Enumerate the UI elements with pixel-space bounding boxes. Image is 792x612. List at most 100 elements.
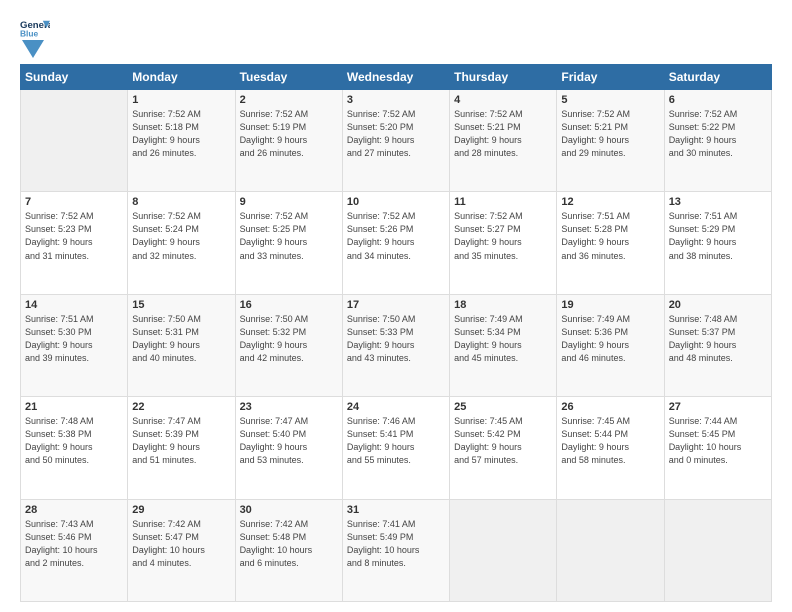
weekday-header: Thursday: [450, 65, 557, 90]
day-number: 19: [561, 299, 659, 311]
day-number: 16: [240, 299, 338, 311]
day-info: Sunrise: 7:51 AM Sunset: 5:28 PM Dayligh…: [561, 210, 659, 262]
calendar-cell: 23 Sunrise: 7:47 AM Sunset: 5:40 PM Dayli…: [235, 397, 342, 499]
day-info: Sunrise: 7:52 AM Sunset: 5:21 PM Dayligh…: [454, 108, 552, 160]
day-info: Sunrise: 7:45 AM Sunset: 5:42 PM Dayligh…: [454, 415, 552, 467]
day-number: 17: [347, 299, 445, 311]
calendar-cell: 8 Sunrise: 7:52 AM Sunset: 5:24 PM Daylig…: [128, 192, 235, 294]
calendar-cell: 31 Sunrise: 7:41 AM Sunset: 5:49 PM Dayli…: [342, 499, 449, 601]
calendar-body: 1 Sunrise: 7:52 AM Sunset: 5:18 PM Daylig…: [21, 90, 772, 602]
day-info: Sunrise: 7:52 AM Sunset: 5:19 PM Dayligh…: [240, 108, 338, 160]
day-info: Sunrise: 7:49 AM Sunset: 5:34 PM Dayligh…: [454, 313, 552, 365]
calendar-header-row: SundayMondayTuesdayWednesdayThursdayFrid…: [21, 65, 772, 90]
calendar-cell: 26 Sunrise: 7:45 AM Sunset: 5:44 PM Dayli…: [557, 397, 664, 499]
calendar-cell: 12 Sunrise: 7:51 AM Sunset: 5:28 PM Dayli…: [557, 192, 664, 294]
calendar-cell: 18 Sunrise: 7:49 AM Sunset: 5:34 PM Dayli…: [450, 294, 557, 396]
day-number: 6: [669, 94, 767, 106]
day-info: Sunrise: 7:45 AM Sunset: 5:44 PM Dayligh…: [561, 415, 659, 467]
logo-icon: General Blue: [20, 18, 50, 38]
day-info: Sunrise: 7:50 AM Sunset: 5:33 PM Dayligh…: [347, 313, 445, 365]
calendar-cell: 5 Sunrise: 7:52 AM Sunset: 5:21 PM Daylig…: [557, 90, 664, 192]
day-info: Sunrise: 7:48 AM Sunset: 5:37 PM Dayligh…: [669, 313, 767, 365]
calendar-cell: 6 Sunrise: 7:52 AM Sunset: 5:22 PM Daylig…: [664, 90, 771, 192]
calendar-cell: 17 Sunrise: 7:50 AM Sunset: 5:33 PM Dayli…: [342, 294, 449, 396]
calendar-cell: 28 Sunrise: 7:43 AM Sunset: 5:46 PM Dayli…: [21, 499, 128, 601]
calendar-cell: 24Sunrise: 7:46 AM Sunset: 5:41 PM Dayli…: [342, 397, 449, 499]
day-number: 5: [561, 94, 659, 106]
calendar-cell: 7Sunrise: 7:52 AM Sunset: 5:23 PM Daylig…: [21, 192, 128, 294]
day-number: 7: [25, 196, 123, 208]
day-number: 31: [347, 504, 445, 516]
day-info: Sunrise: 7:47 AM Sunset: 5:39 PM Dayligh…: [132, 415, 230, 467]
day-info: Sunrise: 7:46 AM Sunset: 5:41 PM Dayligh…: [347, 415, 445, 467]
day-number: 10: [347, 196, 445, 208]
day-number: 3: [347, 94, 445, 106]
day-info: Sunrise: 7:52 AM Sunset: 5:27 PM Dayligh…: [454, 210, 552, 262]
day-info: Sunrise: 7:44 AM Sunset: 5:45 PM Dayligh…: [669, 415, 767, 467]
weekday-header: Friday: [557, 65, 664, 90]
day-number: 1: [132, 94, 230, 106]
day-number: 9: [240, 196, 338, 208]
day-info: Sunrise: 7:52 AM Sunset: 5:24 PM Dayligh…: [132, 210, 230, 262]
day-number: 25: [454, 401, 552, 413]
calendar-cell: 3Sunrise: 7:52 AM Sunset: 5:20 PM Daylig…: [342, 90, 449, 192]
day-number: 21: [25, 401, 123, 413]
day-number: 27: [669, 401, 767, 413]
day-info: Sunrise: 7:52 AM Sunset: 5:22 PM Dayligh…: [669, 108, 767, 160]
day-info: Sunrise: 7:48 AM Sunset: 5:38 PM Dayligh…: [25, 415, 123, 467]
calendar-cell: 22 Sunrise: 7:47 AM Sunset: 5:39 PM Dayli…: [128, 397, 235, 499]
day-number: 12: [561, 196, 659, 208]
calendar-week-row: 7Sunrise: 7:52 AM Sunset: 5:23 PM Daylig…: [21, 192, 772, 294]
day-info: Sunrise: 7:52 AM Sunset: 5:18 PM Dayligh…: [132, 108, 230, 160]
day-info: Sunrise: 7:42 AM Sunset: 5:47 PM Dayligh…: [132, 518, 230, 570]
calendar-cell: [664, 499, 771, 601]
day-info: Sunrise: 7:50 AM Sunset: 5:31 PM Dayligh…: [132, 313, 230, 365]
day-number: 11: [454, 196, 552, 208]
day-number: 14: [25, 299, 123, 311]
calendar-cell: 29Sunrise: 7:42 AM Sunset: 5:47 PM Dayli…: [128, 499, 235, 601]
svg-text:Blue: Blue: [20, 28, 39, 38]
day-number: 2: [240, 94, 338, 106]
day-number: 20: [669, 299, 767, 311]
day-number: 22: [132, 401, 230, 413]
day-info: Sunrise: 7:47 AM Sunset: 5:40 PM Dayligh…: [240, 415, 338, 467]
calendar-cell: [557, 499, 664, 601]
calendar-cell: 21 Sunrise: 7:48 AM Sunset: 5:38 PM Dayli…: [21, 397, 128, 499]
calendar-cell: 2 Sunrise: 7:52 AM Sunset: 5:19 PM Daylig…: [235, 90, 342, 192]
day-number: 8: [132, 196, 230, 208]
day-info: Sunrise: 7:42 AM Sunset: 5:48 PM Dayligh…: [240, 518, 338, 570]
calendar-cell: 10 Sunrise: 7:52 AM Sunset: 5:26 PM Dayli…: [342, 192, 449, 294]
weekday-header: Tuesday: [235, 65, 342, 90]
day-info: Sunrise: 7:49 AM Sunset: 5:36 PM Dayligh…: [561, 313, 659, 365]
calendar-week-row: 14 Sunrise: 7:51 AM Sunset: 5:30 PM Dayli…: [21, 294, 772, 396]
calendar-week-row: 21 Sunrise: 7:48 AM Sunset: 5:38 PM Dayli…: [21, 397, 772, 499]
calendar-cell: 9 Sunrise: 7:52 AM Sunset: 5:25 PM Daylig…: [235, 192, 342, 294]
calendar-cell: [450, 499, 557, 601]
weekday-header: Wednesday: [342, 65, 449, 90]
day-info: Sunrise: 7:51 AM Sunset: 5:29 PM Dayligh…: [669, 210, 767, 262]
weekday-header: Monday: [128, 65, 235, 90]
day-info: Sunrise: 7:51 AM Sunset: 5:30 PM Dayligh…: [25, 313, 123, 365]
calendar-week-row: 28 Sunrise: 7:43 AM Sunset: 5:46 PM Dayli…: [21, 499, 772, 601]
calendar-cell: 20 Sunrise: 7:48 AM Sunset: 5:37 PM Dayli…: [664, 294, 771, 396]
calendar-cell: 19 Sunrise: 7:49 AM Sunset: 5:36 PM Dayli…: [557, 294, 664, 396]
day-number: 18: [454, 299, 552, 311]
day-number: 23: [240, 401, 338, 413]
day-info: Sunrise: 7:52 AM Sunset: 5:21 PM Dayligh…: [561, 108, 659, 160]
calendar-cell: 30Sunrise: 7:42 AM Sunset: 5:48 PM Dayli…: [235, 499, 342, 601]
day-number: 26: [561, 401, 659, 413]
day-number: 28: [25, 504, 123, 516]
calendar-cell: [21, 90, 128, 192]
day-info: Sunrise: 7:41 AM Sunset: 5:49 PM Dayligh…: [347, 518, 445, 570]
calendar-week-row: 1 Sunrise: 7:52 AM Sunset: 5:18 PM Daylig…: [21, 90, 772, 192]
calendar-cell: 16Sunrise: 7:50 AM Sunset: 5:32 PM Dayli…: [235, 294, 342, 396]
calendar-cell: 27 Sunrise: 7:44 AM Sunset: 5:45 PM Dayli…: [664, 397, 771, 499]
day-number: 15: [132, 299, 230, 311]
calendar-page: General Blue SundayMondayTuesdayWednesda…: [0, 0, 792, 612]
calendar-cell: 1 Sunrise: 7:52 AM Sunset: 5:18 PM Daylig…: [128, 90, 235, 192]
day-info: Sunrise: 7:52 AM Sunset: 5:25 PM Dayligh…: [240, 210, 338, 262]
day-info: Sunrise: 7:52 AM Sunset: 5:26 PM Dayligh…: [347, 210, 445, 262]
day-info: Sunrise: 7:43 AM Sunset: 5:46 PM Dayligh…: [25, 518, 123, 570]
logo-arrow-icon: [22, 40, 44, 58]
calendar-cell: 4Sunrise: 7:52 AM Sunset: 5:21 PM Daylig…: [450, 90, 557, 192]
